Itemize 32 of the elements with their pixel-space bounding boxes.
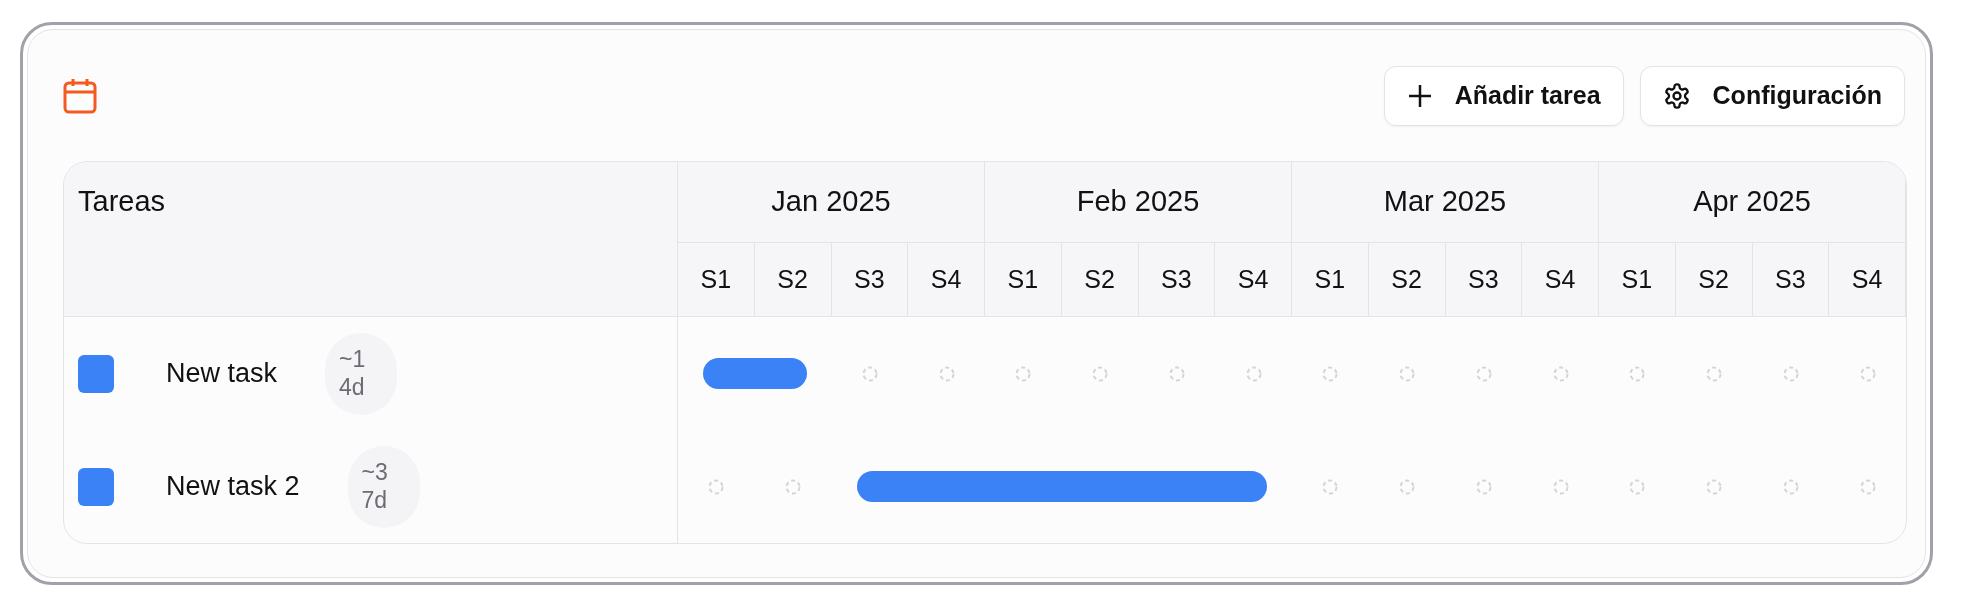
week-heading: S3 — [831, 243, 909, 317]
week-heading: S1 — [678, 243, 755, 317]
estimate-text: ~3 — [361, 458, 389, 487]
calendar-icon — [63, 78, 97, 114]
week-heading: S1 — [985, 243, 1062, 317]
month-heading: Jan 2025 — [678, 162, 985, 243]
settings-button[interactable]: Configuración — [1639, 66, 1905, 126]
week-heading: S2 — [1368, 243, 1446, 317]
plus-icon — [1406, 83, 1433, 109]
duration-text: 7d — [361, 486, 389, 515]
week-heading: S4 — [908, 243, 985, 317]
week-heading: S4 — [1215, 243, 1292, 317]
week-heading: S3 — [1752, 243, 1830, 317]
duration-text: 4d — [339, 373, 366, 402]
task-name: New task — [166, 357, 278, 391]
week-heading: S3 — [1445, 243, 1523, 317]
month-heading: Mar 2025 — [1292, 162, 1599, 243]
week-heading: S1 — [1599, 243, 1676, 317]
estimate-text: ~1 — [339, 345, 367, 374]
column-heading: Tareas — [64, 162, 678, 317]
settings-icon — [1662, 82, 1691, 110]
week-heading: S2 — [1061, 243, 1139, 317]
week-heading: S4 — [1522, 243, 1599, 317]
week-heading: S4 — [1829, 243, 1906, 317]
week-heading: S3 — [1138, 243, 1216, 317]
add-task-button[interactable]: Añadir tarea — [1383, 66, 1624, 126]
month-heading: Feb 2025 — [985, 162, 1292, 243]
task-name: New task 2 — [166, 470, 300, 504]
week-heading: S1 — [1292, 243, 1369, 317]
month-heading: Apr 2025 — [1599, 162, 1906, 243]
week-heading: S2 — [1675, 243, 1753, 317]
week-heading: S2 — [754, 243, 832, 317]
